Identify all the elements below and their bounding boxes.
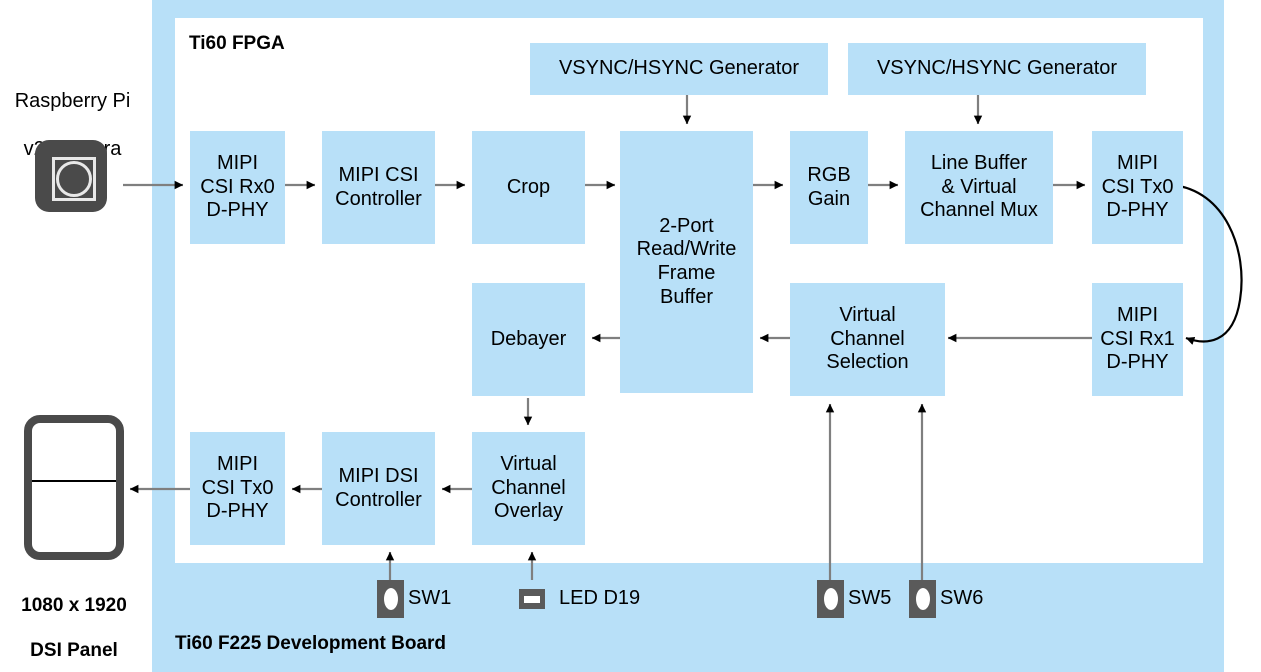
- block-mipi-csi-tx0-bottom[interactable]: MIPI CSI Tx0 D-PHY: [190, 432, 285, 545]
- push-button-switch-icon-sw5[interactable]: [817, 580, 844, 618]
- block-line: Debayer: [490, 327, 567, 350]
- block-line: Overlay: [494, 500, 563, 523]
- block-line: Crop: [506, 175, 551, 198]
- block-line-buffer-virtual-channel-mux[interactable]: Line Buffer & Virtual Channel Mux: [905, 131, 1053, 244]
- panel-label-line1: 1080 x 1920: [21, 594, 127, 616]
- block-mipi-csi-rx1[interactable]: MIPI CSI Rx1 D-PHY: [1092, 283, 1183, 396]
- led-d19-label: LED D19: [559, 587, 641, 609]
- sw6-label: SW6: [940, 587, 984, 609]
- block-line: MIPI DSI: [338, 464, 419, 487]
- block-line: MIPI CSI: [338, 163, 419, 186]
- block-line: VSYNC/HSYNC Generator: [558, 57, 800, 80]
- panel-divider-icon: [32, 480, 116, 482]
- block-line: Channel: [491, 476, 566, 499]
- diagram-canvas: Ti60 FPGA Ti60 F225 Development Board MI…: [0, 0, 1261, 672]
- block-line: MIPI: [216, 152, 259, 175]
- block-crop[interactable]: Crop: [472, 131, 585, 244]
- block-line: D-PHY: [206, 500, 269, 523]
- block-line: RGB: [807, 163, 851, 186]
- block-mipi-dsi-controller[interactable]: MIPI DSI Controller: [322, 432, 435, 545]
- block-line: Controller: [335, 488, 422, 511]
- switch-plunger-icon: [383, 588, 398, 610]
- block-line: Gain: [807, 187, 851, 210]
- block-line: D-PHY: [1106, 199, 1169, 222]
- block-line: MIPI: [1116, 304, 1159, 327]
- switch-plunger-icon: [915, 588, 930, 610]
- block-rgb-gain[interactable]: RGB Gain: [790, 131, 868, 244]
- block-frame-buffer[interactable]: 2-Port Read/Write Frame Buffer: [620, 131, 753, 393]
- block-line: Read/Write: [636, 238, 737, 261]
- block-line: CSI Rx1: [1100, 327, 1175, 350]
- led-indicator-icon-d19[interactable]: [519, 589, 545, 609]
- block-line: Frame: [657, 262, 716, 284]
- led-lens-icon: [524, 595, 540, 603]
- panel-label: 1080 x 1920 DSI Panel: [0, 572, 148, 663]
- block-line: Virtual: [500, 453, 557, 476]
- block-line: Selection: [826, 351, 909, 374]
- block-line: D-PHY: [1106, 351, 1169, 374]
- block-line: MIPI: [1116, 152, 1159, 175]
- block-line: CSI Tx0: [1101, 175, 1174, 198]
- block-line: Line Buffer: [930, 152, 1028, 175]
- camera-lens-icon: [56, 161, 92, 197]
- sw1-label: SW1: [408, 587, 452, 609]
- block-line: Buffer: [659, 285, 713, 308]
- switch-plunger-icon: [823, 588, 838, 610]
- display-panel-icon: [24, 415, 124, 560]
- panel-label-line2: DSI Panel: [30, 640, 118, 662]
- camera-module-icon: [35, 140, 107, 212]
- block-vsync-hsync-generator-left[interactable]: VSYNC/HSYNC Generator: [530, 43, 828, 95]
- push-button-switch-icon-sw1[interactable]: [377, 580, 404, 618]
- block-virtual-channel-selection[interactable]: Virtual Channel Selection: [790, 283, 945, 396]
- block-line: Controller: [335, 187, 422, 210]
- block-mipi-csi-rx0[interactable]: MIPI CSI Rx0 D-PHY: [190, 131, 285, 244]
- block-vsync-hsync-generator-right[interactable]: VSYNC/HSYNC Generator: [848, 43, 1146, 95]
- camera-label-line1: Raspberry Pi: [14, 90, 131, 112]
- block-debayer[interactable]: Debayer: [472, 283, 585, 396]
- block-mipi-csi-controller[interactable]: MIPI CSI Controller: [322, 131, 435, 244]
- push-button-switch-icon-sw6[interactable]: [909, 580, 936, 618]
- block-line: CSI Rx0: [200, 175, 275, 198]
- block-line: Channel: [830, 327, 905, 350]
- block-mipi-csi-tx0-top[interactable]: MIPI CSI Tx0 D-PHY: [1092, 131, 1183, 244]
- block-line: Channel Mux: [920, 199, 1038, 222]
- block-line: MIPI: [216, 453, 259, 476]
- block-line: Virtual: [839, 304, 896, 327]
- block-virtual-channel-overlay[interactable]: Virtual Channel Overlay: [472, 432, 585, 545]
- block-line: VSYNC/HSYNC Generator: [876, 57, 1118, 80]
- block-line: & Virtual: [941, 175, 1017, 198]
- block-line: 2-Port: [659, 214, 714, 237]
- sw5-label: SW5: [848, 587, 892, 609]
- block-line: CSI Tx0: [201, 476, 274, 499]
- block-line: D-PHY: [206, 199, 269, 222]
